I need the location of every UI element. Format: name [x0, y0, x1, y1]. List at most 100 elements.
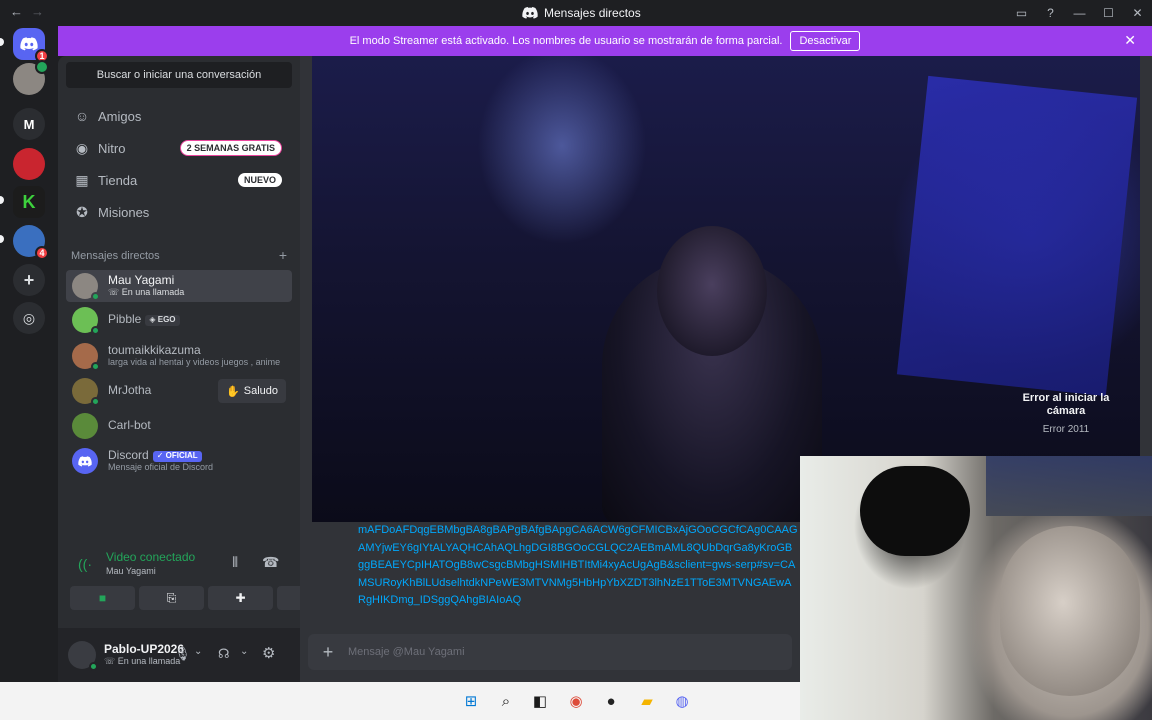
discord-taskbar-icon[interactable]: ◍	[671, 690, 693, 712]
webcam-shelf	[986, 456, 1152, 516]
discord-logo-icon	[522, 7, 538, 19]
microphone-icon[interactable]: 🎙	[174, 646, 191, 662]
message-composer: +	[308, 634, 792, 670]
shop-new-tag: NUEVO	[237, 173, 282, 187]
back-arrow-icon[interactable]: ←	[10, 4, 23, 19]
webcam-person	[1000, 526, 1140, 696]
dm-item-discord[interactable]: Discord ✓ OFICIAL Mensaje oficial de Disc…	[66, 445, 292, 477]
voice-status-title: Video conectado	[106, 550, 196, 564]
discord-window: ← → Mensajes directos ▭ ? — ☐ ✕ 1 M K 4 …	[0, 0, 1152, 720]
search-conversation-button[interactable]: Buscar o iniciar una conversación	[66, 62, 292, 88]
dm-custom-status: larga vida al hentai y videos juegos , a…	[108, 356, 281, 367]
headset-options-chevron-icon[interactable]: ⌄	[240, 646, 248, 657]
nav-nitro[interactable]: ◉ Nitro 2 SEMANAS GRATIS	[66, 133, 292, 163]
disable-streamer-button[interactable]: Desactivar	[790, 31, 861, 51]
dm-sidebar: Buscar o iniciar una conversación ☺ Amig…	[58, 56, 342, 682]
mic-options-chevron-icon[interactable]: ⌄	[194, 646, 202, 657]
explore-icon[interactable]: ◎	[13, 302, 45, 334]
headset-icon[interactable]: ☊	[218, 646, 230, 662]
voice-indicator-icon	[35, 60, 49, 74]
selected-indicator	[0, 38, 4, 46]
discord-home-icon	[20, 37, 38, 51]
screen-share-button[interactable]: ⎘	[139, 586, 204, 610]
close-window-button[interactable]: ✕	[1123, 0, 1152, 26]
add-server-icon[interactable]: +	[13, 264, 45, 296]
inbox-icon[interactable]: ▭	[1007, 0, 1036, 26]
nav-shop[interactable]: ▦ Tienda NUEVO	[66, 165, 292, 195]
nav-nitro-label: Nitro	[98, 140, 126, 156]
server-m[interactable]: M	[13, 108, 45, 140]
forward-arrow-icon[interactable]: →	[31, 4, 44, 19]
obs-icon[interactable]: ●	[600, 690, 622, 712]
nitro-icon: ◉	[75, 139, 89, 156]
unread-indicator-2	[0, 235, 4, 243]
windows-start-icon[interactable]: ⊞	[460, 690, 482, 712]
settings-gear-icon[interactable]: ⚙	[262, 644, 275, 662]
nav-friends[interactable]: ☺ Amigos	[66, 101, 292, 131]
streamer-mode-banner: El modo Streamer está activado. Los nomb…	[58, 26, 1152, 56]
message-link[interactable]: mAFDoAFDqgEBMbgBA8gBAPgBAfgBApgCA6ACW6gC…	[358, 522, 798, 610]
video-call-view[interactable]: Error al iniciar la cámara Error 2011	[312, 56, 1140, 522]
minimize-button[interactable]: —	[1065, 0, 1094, 26]
camera-icon: ■	[98, 591, 107, 605]
activities-button[interactable]: ✚	[208, 586, 273, 610]
wave-label: Saludo	[243, 385, 278, 397]
nav-quests[interactable]: ✪ Misiones	[66, 197, 292, 227]
nav-shop-label: Tienda	[98, 172, 138, 188]
nav-friends-label: Amigos	[98, 108, 142, 124]
wave-hand-icon: ✋	[226, 385, 240, 398]
maximize-button[interactable]: ☐	[1094, 0, 1123, 26]
avatar	[72, 307, 100, 335]
message-input[interactable]	[348, 646, 748, 658]
dm-item-toumaikkikazuma[interactable]: toumaikkikazuma larga vida al hentai y v…	[66, 340, 292, 372]
server-m-label: M	[23, 116, 35, 132]
activities-icon: ✚	[235, 591, 246, 605]
avatar	[72, 378, 100, 406]
participant-head	[657, 226, 767, 356]
server-red[interactable]	[13, 148, 45, 180]
dm-header-label: Mensajes directos	[71, 250, 160, 262]
quests-icon: ✪	[76, 203, 88, 220]
title-bar: ← → Mensajes directos ▭ ? — ☐ ✕	[0, 0, 1152, 26]
dm-name: Discord ✓ OFICIAL	[108, 449, 213, 462]
help-icon[interactable]: ?	[1036, 0, 1065, 26]
wave-button[interactable]: ✋ Saludo	[218, 379, 286, 403]
home-button[interactable]: 1	[13, 28, 49, 63]
dm-item-mrjotha[interactable]: MrJotha ✋ Saludo	[66, 375, 292, 407]
task-view-icon[interactable]: ◧	[529, 690, 551, 712]
close-banner-icon[interactable]: ✕	[1124, 32, 1136, 49]
dm-item-carl-bot[interactable]: Carl-bot	[66, 410, 292, 442]
streamer-webcam-overlay	[800, 456, 1152, 720]
server-green-k[interactable]: K	[13, 186, 45, 218]
nav-quests-label: Misiones	[98, 204, 150, 220]
noise-suppression-icon[interactable]: ⦀	[232, 554, 238, 571]
server-avatar[interactable]: 4	[13, 225, 49, 260]
camera-error-code: Error 2011	[1042, 424, 1090, 436]
webcam-microphone	[860, 466, 970, 556]
window-title: Mensajes directos	[522, 6, 641, 20]
dm-item-mau-yagami[interactable]: Mau Yagami ☏ En una llamada	[66, 270, 292, 302]
dm-name: MrJotha	[108, 383, 152, 398]
search-icon[interactable]: ⌕	[495, 690, 517, 712]
screen-share-icon: ⎘	[166, 590, 177, 605]
camera-button[interactable]: ■	[70, 586, 135, 610]
file-explorer-icon[interactable]: ▰	[636, 690, 658, 712]
dm-avatar-button[interactable]	[13, 60, 49, 95]
dm-name: Pibble ◈ EGO	[108, 313, 180, 326]
create-dm-icon[interactable]: +	[279, 248, 287, 262]
discord-avatar-icon	[72, 448, 98, 474]
dm-item-pibble[interactable]: Pibble ◈ EGO	[66, 304, 292, 336]
dm-name: toumaikkikazuma	[108, 343, 201, 358]
disconnect-call-icon[interactable]: ☎	[262, 554, 279, 571]
server-badge: 4	[35, 246, 49, 260]
unread-indicator	[0, 196, 4, 204]
user-avatar[interactable]	[68, 641, 98, 671]
nitro-promo-tag: 2 SEMANAS GRATIS	[179, 140, 282, 156]
official-chip: ✓ OFICIAL	[152, 450, 202, 462]
attach-plus-icon[interactable]: +	[308, 642, 348, 663]
dm-name: Carl-bot	[108, 418, 151, 433]
friends-icon: ☺	[74, 108, 90, 124]
chrome-icon[interactable]: ◉	[565, 690, 587, 712]
nav-arrows: ← →	[10, 4, 44, 19]
camera-error-title: Error al iniciar la cámara	[1022, 392, 1110, 418]
